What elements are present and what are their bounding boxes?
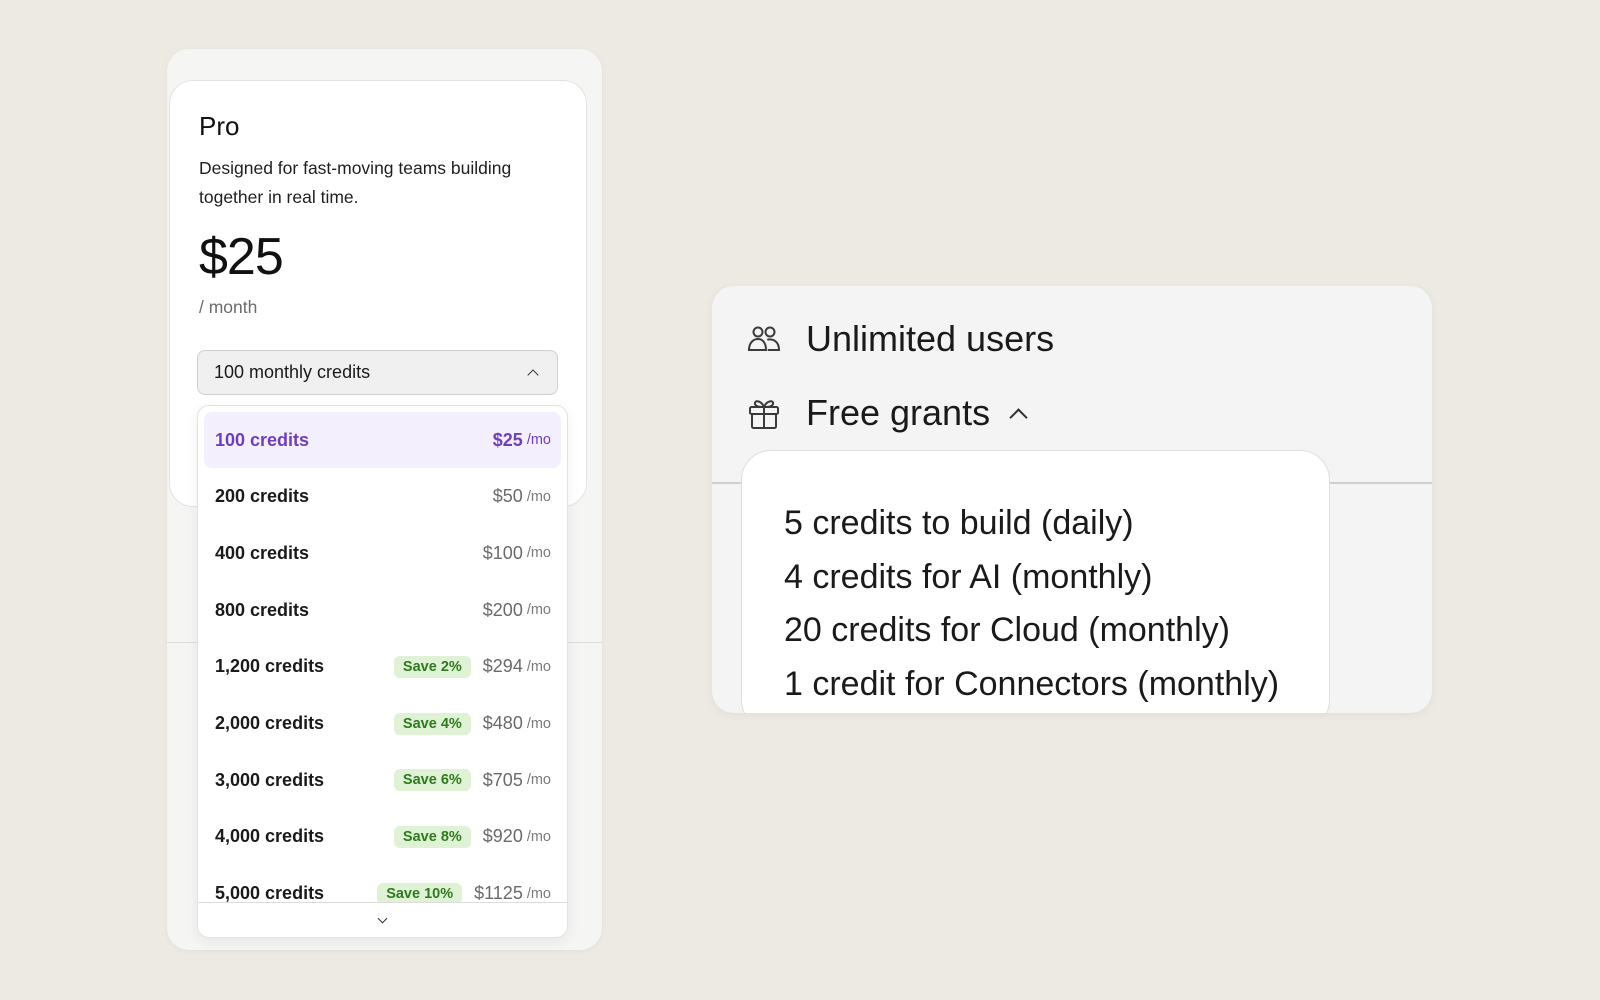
credit-option-unit: /mo — [526, 432, 551, 448]
credit-option-price: $100 — [482, 542, 523, 563]
credit-option-price: $200 — [482, 599, 523, 620]
credit-option-label: 1,200 credits — [215, 656, 325, 677]
free-grants-card: 5 credits to build (daily) 4 credits for … — [741, 450, 1330, 713]
credit-option[interactable]: 3,000 credits Save 6% $705/mo — [204, 752, 561, 808]
plan-period: / month — [199, 297, 258, 317]
credit-option-price: $50 — [492, 486, 523, 507]
credit-option-price: $920 — [482, 826, 523, 847]
feature-grants-label: Free grants — [806, 392, 991, 433]
feature-free-grants-toggle[interactable]: Free grants — [746, 392, 1028, 434]
credit-option-price: $480 — [482, 713, 523, 733]
credit-option-label: 2,000 credits — [215, 713, 325, 733]
grant-item: 4 credits for AI (monthly) — [784, 557, 1153, 596]
credit-option-unit: /mo — [526, 658, 551, 675]
credit-option-label: 4,000 credits — [215, 826, 325, 847]
feature-unlimited-users: Unlimited users — [746, 318, 1054, 360]
save-badge: Save 8% — [393, 825, 471, 848]
credit-option-unit: /mo — [526, 545, 551, 562]
credit-option[interactable]: 4,000 credits Save 8% $920/mo — [204, 809, 561, 865]
credit-option-label: 3,000 credits — [215, 769, 325, 790]
credit-option-unit: /mo — [526, 885, 551, 902]
credit-option-label: 400 credits — [215, 542, 310, 563]
save-badge: Save 2% — [393, 655, 471, 678]
credits-select-value: 100 monthly credits — [214, 362, 371, 382]
credit-option-price: $705 — [482, 769, 523, 790]
credit-option-label: 100 credits — [215, 429, 310, 450]
credit-option[interactable]: 100 credits $25/mo — [204, 412, 561, 468]
grant-item: 5 credits to build (daily) — [784, 504, 1134, 542]
features-panel: Unlimited users Free grants 5 credits to… — [712, 286, 1432, 713]
credits-select[interactable]: 100 monthly credits — [197, 350, 558, 395]
chevron-up-icon — [527, 369, 539, 381]
save-badge: Save 6% — [393, 769, 471, 792]
credit-option-price: $25 — [492, 429, 523, 450]
gift-icon — [749, 400, 779, 429]
chevron-up-icon — [1009, 407, 1028, 427]
credit-option[interactable]: 400 credits $100/mo — [204, 525, 561, 581]
credit-option-unit: /mo — [526, 488, 551, 505]
chevron-down-icon — [377, 913, 388, 923]
plan-name: Pro — [199, 111, 240, 141]
credit-option-unit: /mo — [526, 772, 551, 789]
plan-description: Designed for fast-moving teams building … — [199, 158, 512, 207]
credit-option-unit: /mo — [526, 828, 551, 845]
grant-item: 20 credits for Cloud (monthly) — [784, 611, 1230, 649]
grant-item: 1 credit for Connectors (monthly) — [784, 664, 1280, 703]
credit-option-price: $1125 — [474, 883, 523, 904]
credit-option-unit: /mo — [526, 715, 551, 732]
credit-option[interactable]: 800 credits $200/mo — [204, 582, 561, 638]
credit-option-label: 800 credits — [215, 599, 310, 620]
users-icon — [747, 326, 781, 351]
credit-option-label: 5,000 credits — [215, 883, 325, 904]
credit-option[interactable]: 1,200 credits Save 2% $294/mo — [204, 639, 561, 695]
credit-option-price: $294 — [482, 656, 523, 677]
credit-option[interactable]: 200 credits $50/mo — [204, 469, 561, 525]
feature-users-label: Unlimited users — [806, 318, 1055, 359]
credit-option-label: 200 credits — [215, 486, 310, 507]
credits-dropdown: 100 credits $25/mo 200 credits $50/mo 400 cr… — [197, 405, 568, 938]
credit-option-unit: /mo — [526, 602, 551, 619]
grants-list: 5 credits to build (daily) 4 credits for … — [784, 497, 1279, 711]
dropdown-scroll-down[interactable] — [198, 902, 567, 937]
plan-price: $25 — [199, 228, 284, 286]
save-badge: Save 4% — [393, 712, 471, 735]
credit-option[interactable]: 2,000 credits Save 4% $480/mo — [204, 696, 561, 752]
